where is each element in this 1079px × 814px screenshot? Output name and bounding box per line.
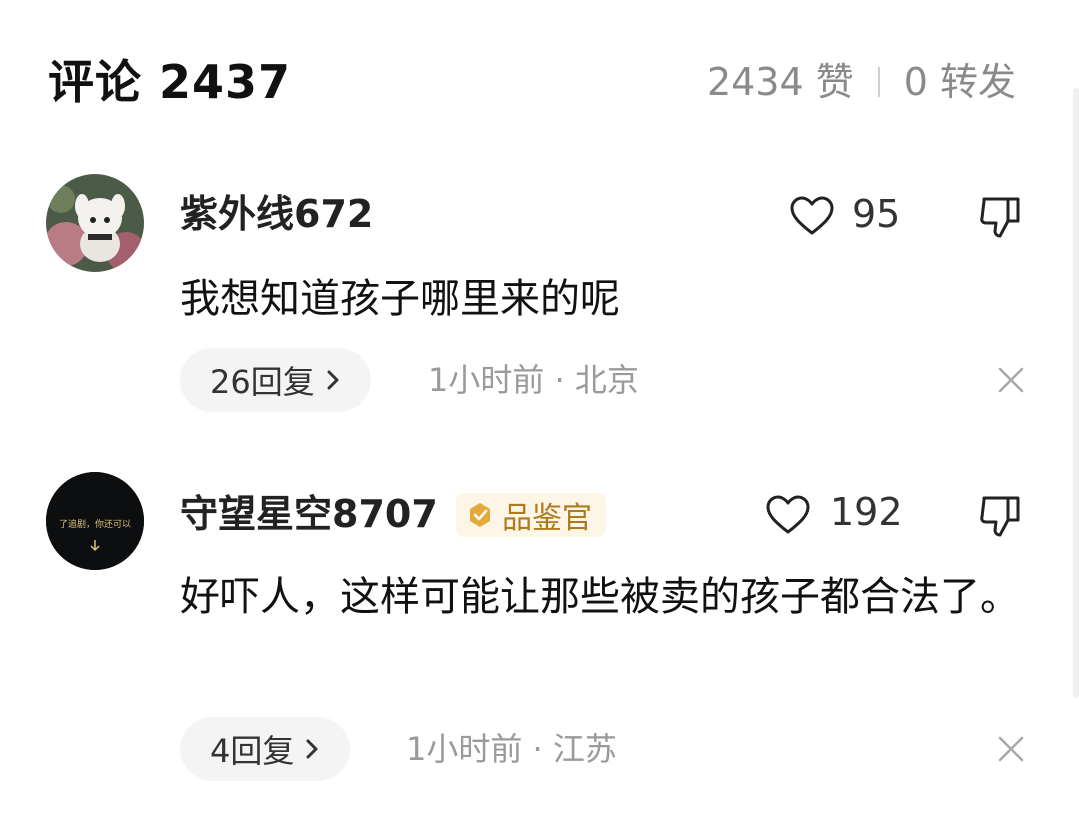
comment-text: 我想知道孩子哪里来的呢 xyxy=(180,276,620,322)
comment-username[interactable]: 守望星空8707 xyxy=(180,490,438,538)
avatar[interactable]: 了追剧，你还可以 xyxy=(46,472,144,570)
stats-divider xyxy=(877,67,880,97)
post-shares-count[interactable]: 0 转发 xyxy=(904,52,1016,112)
close-icon[interactable] xyxy=(996,365,1026,395)
view-replies-button[interactable]: 26回复 xyxy=(180,348,371,412)
comment-like-count: 95 xyxy=(852,192,901,236)
badge-check-icon xyxy=(470,503,490,527)
comment-like-count: 192 xyxy=(830,490,903,534)
comment-meta: 1小时前 · 江苏 xyxy=(406,730,617,768)
badge-label: 品鉴官 xyxy=(502,501,592,536)
chevron-right-icon xyxy=(327,370,339,390)
view-replies-button[interactable]: 4回复 xyxy=(180,717,351,781)
heart-icon[interactable] xyxy=(765,494,811,536)
expert-badge[interactable]: 品鉴官 xyxy=(456,493,606,537)
comments-title: 评论 2437 xyxy=(48,55,292,109)
avatar-text: 了追剧，你还可以 xyxy=(59,518,131,530)
comment-text: 好吓人，这样可能让那些被卖的孩子都合法了。 xyxy=(180,574,1020,620)
avatar-text-image: 了追剧，你还可以 xyxy=(46,472,144,570)
heart-icon[interactable] xyxy=(789,195,835,237)
close-icon[interactable] xyxy=(996,734,1026,764)
comment-meta: 1小时前 · 北京 xyxy=(428,361,639,399)
replies-label: 4回复 xyxy=(210,732,295,770)
thumbs-down-icon[interactable] xyxy=(978,194,1024,240)
avatar[interactable] xyxy=(46,174,144,272)
chevron-right-icon xyxy=(306,739,318,759)
replies-label: 26回复 xyxy=(210,363,315,401)
avatar-plush-toy-image xyxy=(46,174,144,272)
thumbs-down-icon[interactable] xyxy=(978,493,1024,539)
post-stats: 2434 赞 0 转发 xyxy=(707,52,1016,112)
scrollbar[interactable] xyxy=(1073,88,1079,698)
post-likes-count[interactable]: 2434 赞 xyxy=(707,52,854,112)
comments-header: 评论 2437 2434 赞 0 转发 xyxy=(48,52,1028,112)
comment-username[interactable]: 紫外线672 xyxy=(180,190,373,238)
